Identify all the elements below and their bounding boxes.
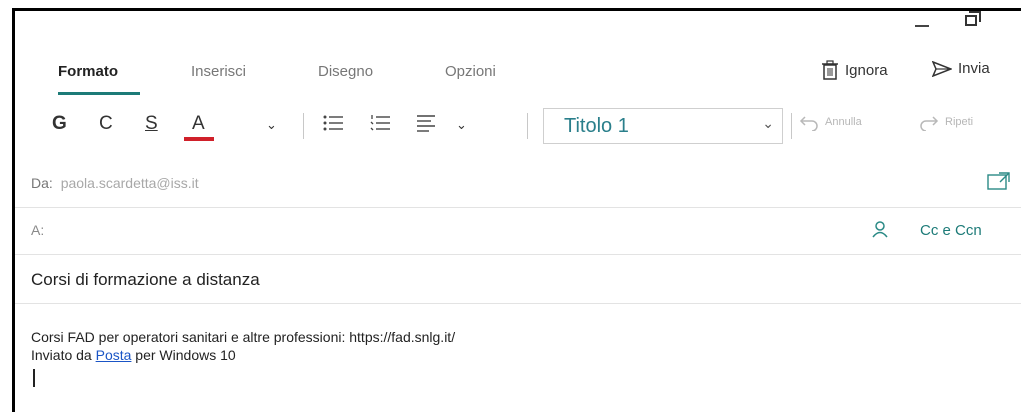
font-color-button[interactable]: A	[184, 113, 214, 141]
tab-disegno[interactable]: Disegno	[318, 63, 373, 80]
person-icon	[872, 221, 888, 238]
undo-icon	[799, 116, 818, 131]
signature-line: Inviato da Posta per Windows 10	[31, 347, 236, 363]
redo-icon	[920, 116, 939, 131]
font-color-swatch	[184, 137, 214, 141]
redo-button[interactable]: Ripeti	[919, 113, 973, 131]
undo-label: Annulla	[825, 116, 862, 128]
paragraph-style-dropdown[interactable]: Titolo 1 ⌄	[543, 108, 783, 144]
from-row: Da: paola.scardetta@iss.it	[15, 161, 1021, 208]
restore-button[interactable]	[965, 11, 981, 26]
chevron-down-icon[interactable]: ⌄	[266, 117, 277, 133]
to-row[interactable]: A: Cc e Ccn	[15, 208, 1021, 255]
minimize-button[interactable]	[915, 25, 929, 27]
italic-button[interactable]: C	[99, 113, 113, 135]
bullet-list-icon	[323, 115, 343, 131]
divider	[527, 113, 528, 139]
divider	[791, 113, 792, 139]
paragraph-style-value: Titolo 1	[564, 115, 629, 137]
formatting-toolbar: G C S A ⌄ ⌄ Titolo 1 ⌄ Annulla Ripeti	[15, 105, 1021, 145]
pop-out-icon	[987, 172, 1010, 190]
tab-opzioni[interactable]: Opzioni	[445, 63, 496, 80]
undo-button[interactable]: Annulla	[799, 113, 862, 131]
underline-button[interactable]: S	[145, 113, 158, 135]
cc-bcc-button[interactable]: Cc e Ccn	[920, 222, 982, 239]
numbered-list-button[interactable]	[369, 113, 391, 139]
from-label: Da: paola.scardetta@iss.it	[31, 175, 199, 191]
text-cursor	[33, 369, 35, 387]
align-button[interactable]	[415, 113, 437, 139]
popout-button[interactable]	[987, 171, 1011, 196]
send-button[interactable]: Invia	[932, 60, 990, 77]
discard-button[interactable]: Ignora	[821, 60, 888, 80]
contact-picker-button[interactable]	[871, 220, 889, 243]
posta-link[interactable]: Posta	[96, 347, 132, 363]
discard-label: Ignora	[845, 61, 888, 79]
numbered-list-icon	[370, 115, 390, 131]
bullet-list-button[interactable]	[322, 113, 344, 139]
active-tab-indicator	[58, 92, 140, 95]
subject-field[interactable]: Corsi di formazione a distanza	[31, 270, 260, 290]
mail-compose-window: Formato Inserisci Disegno Opzioni Ignora…	[12, 8, 1021, 412]
align-left-icon	[417, 115, 435, 132]
chevron-down-icon[interactable]: ⌄	[456, 117, 467, 133]
ribbon-tabs: Formato Inserisci Disegno Opzioni Ignora…	[15, 57, 1021, 97]
trash-icon	[822, 60, 838, 80]
send-icon	[932, 60, 952, 77]
subject-row[interactable]: Corsi di formazione a distanza	[15, 255, 1021, 304]
tab-inserisci[interactable]: Inserisci	[191, 63, 246, 80]
send-label: Invia	[958, 60, 990, 77]
tab-formato[interactable]: Formato	[58, 63, 118, 80]
message-body[interactable]: Corsi FAD per operatori sanitari e altre…	[31, 328, 455, 364]
divider	[303, 113, 304, 139]
body-line-1: Corsi FAD per operatori sanitari e altre…	[31, 329, 456, 345]
redo-label: Ripeti	[945, 116, 974, 128]
bold-button[interactable]: G	[52, 113, 67, 135]
font-color-letter: A	[192, 113, 205, 134]
from-address: paola.scardetta@iss.it	[60, 175, 199, 191]
to-label: A:	[31, 222, 45, 238]
chevron-down-icon: ⌄	[762, 115, 774, 131]
